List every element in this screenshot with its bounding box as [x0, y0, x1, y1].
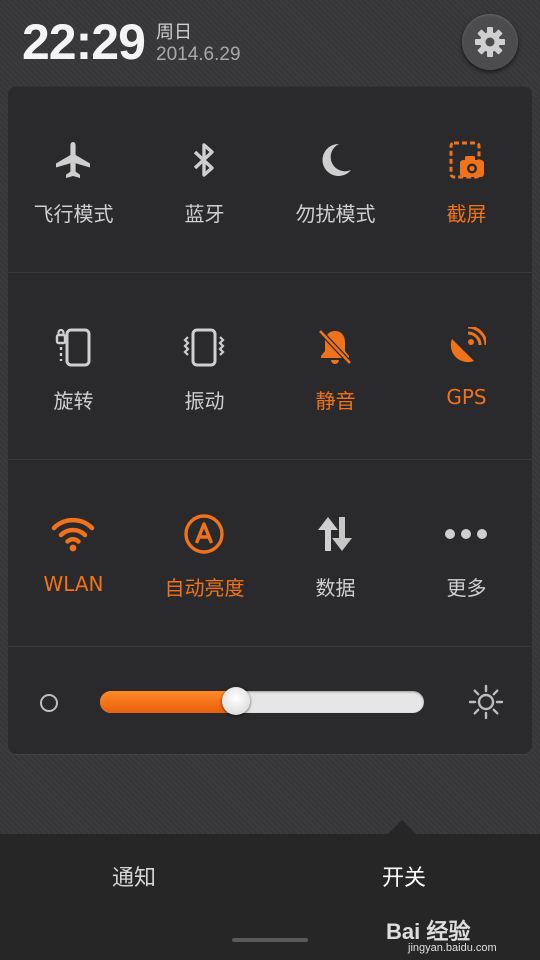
mute-icon: [313, 325, 357, 369]
data-icon: [313, 512, 357, 556]
moon-icon: [313, 138, 357, 182]
watermark: Bai 经验 jingyan.baidu.com: [386, 914, 536, 958]
brightness-control: [8, 646, 532, 754]
tab-toggles[interactable]: 开关: [382, 860, 426, 892]
toggle-label: WLAN: [43, 572, 104, 596]
toggle-label: 数据: [315, 576, 356, 600]
vibrate-icon: [182, 325, 226, 369]
toggle-label: 振动: [184, 389, 225, 413]
airplane-icon: [51, 138, 95, 182]
toggle-row: 飞行模式 蓝牙 勿扰模式 截屏: [8, 86, 532, 273]
toggle-label: 更多: [446, 576, 487, 600]
status-header: 22:29 周日 2014.6.29: [0, 0, 540, 82]
bluetooth-icon: [182, 138, 226, 182]
gps-icon: [444, 325, 488, 369]
toggle-bluetooth[interactable]: 蓝牙: [139, 86, 270, 272]
watermark-url: jingyan.baidu.com: [408, 942, 497, 954]
settings-button[interactable]: [462, 14, 518, 70]
rotate-icon: [51, 325, 95, 369]
toggle-label: 静音: [315, 389, 356, 413]
toggle-row: WLAN 自动亮度 数据 更多: [8, 460, 532, 647]
toggle-label: 截屏: [446, 202, 487, 226]
toggle-label: 飞行模式: [33, 202, 114, 226]
toggle-label: 蓝牙: [184, 202, 225, 226]
toggle-screenshot[interactable]: 截屏: [401, 86, 532, 272]
toggle-mobile-data[interactable]: 数据: [270, 460, 401, 646]
toggle-row: 旋转 振动 静音 GPS: [8, 273, 532, 460]
brightness-slider-fill: [100, 691, 236, 713]
toggle-label: GPS: [446, 385, 487, 409]
notification-tabs: 通知 开关 Bai 经验 jingyan.baidu.com: [0, 819, 540, 960]
screenshot-icon: [444, 138, 488, 182]
brightness-slider[interactable]: [100, 687, 424, 715]
tab-notifications[interactable]: 通知: [112, 860, 156, 892]
toggle-label: 旋转: [53, 389, 94, 413]
toggle-vibrate[interactable]: 振动: [139, 273, 270, 459]
toggle-airplane-mode[interactable]: 飞行模式: [8, 86, 139, 272]
toggle-more[interactable]: 更多: [401, 460, 532, 646]
toggle-mute[interactable]: 静音: [270, 273, 401, 459]
brightness-low-icon: [40, 694, 58, 712]
toggle-label: 自动亮度: [164, 576, 245, 600]
weekday: 周日: [156, 22, 192, 43]
toggle-auto-brightness[interactable]: 自动亮度: [139, 460, 270, 646]
date: 2014.6.29: [156, 44, 241, 65]
clock: 22:29: [22, 14, 146, 70]
brightness-high-icon: [468, 684, 504, 720]
wifi-icon: [51, 512, 95, 556]
toggle-label: 勿扰模式: [295, 202, 376, 226]
auto-brightness-icon: [182, 512, 226, 556]
toggle-rotate[interactable]: 旋转: [8, 273, 139, 459]
drag-handle[interactable]: [232, 938, 308, 942]
toggle-wlan[interactable]: WLAN: [8, 460, 139, 646]
more-icon: [444, 512, 488, 556]
active-tab-indicator: [387, 819, 417, 849]
toggle-do-not-disturb[interactable]: 勿扰模式: [270, 86, 401, 272]
quick-settings-panel: 飞行模式 蓝牙 勿扰模式 截屏 旋转 振动 静音 GPS WLAN 自动亮度 数…: [8, 86, 532, 754]
toggle-gps[interactable]: GPS: [401, 273, 532, 459]
brightness-slider-thumb[interactable]: [222, 687, 250, 715]
gear-icon: [475, 27, 505, 57]
